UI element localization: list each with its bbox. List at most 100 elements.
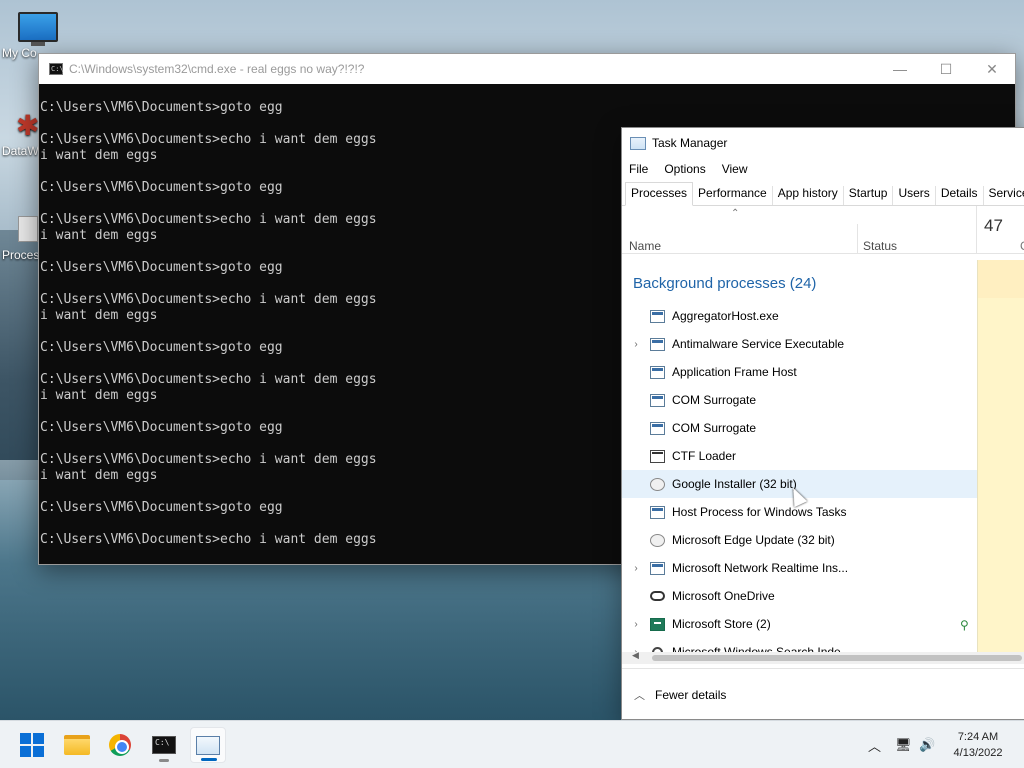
tab-performance[interactable]: Performance [693,186,773,205]
process-name: Microsoft Edge Update (32 bit) [672,533,835,547]
clock-time: 7:24 AM [957,731,999,743]
process-row[interactable]: Application Frame Host [622,358,977,386]
cmd-taskbar-button[interactable]: C:\ [146,727,182,763]
chevron-up-icon: ︿ [634,689,645,702]
process-row[interactable]: COM Surrogate [622,386,977,414]
process-list[interactable]: Background processes (24) AggregatorHost… [622,260,1024,654]
process-name: CTF Loader [672,449,737,463]
horizontal-scrollbar[interactable]: ◀ [622,650,1024,664]
process-name: Host Process for Windows Tasks [672,505,847,519]
close-button[interactable]: ✕ [969,54,1015,84]
running-indicator [159,759,169,762]
task-manager-icon [196,735,220,755]
file-explorer-icon [64,735,90,755]
column-cpu-label: C [1020,239,1024,253]
column-name[interactable]: Name [629,239,661,253]
gear-icon [650,477,665,491]
sort-up-icon: ⌃ [731,208,740,219]
cmd-icon: C:\ [49,63,64,75]
cmd-title-bar[interactable]: C:\ C:\Windows\system32\cmd.exe - real e… [39,54,1015,84]
process-row[interactable]: Microsoft OneDrive [622,582,977,610]
window-icon [650,365,665,379]
process-name: Application Frame Host [672,365,797,379]
process-name: Microsoft Network Realtime Ins... [672,561,849,575]
expand-chevron-icon[interactable]: › [628,339,644,350]
tab-app-history[interactable]: App history [773,186,844,205]
tab-strip: Processes Performance App history Startu… [622,180,1024,206]
process-row[interactable]: › Microsoft Network Realtime Ins... [622,554,977,582]
process-name: Microsoft OneDrive [672,589,775,603]
start-icon [20,733,44,757]
column-divider[interactable] [976,206,977,254]
process-row[interactable]: AggregatorHost.exe [622,302,977,330]
active-indicator [201,758,217,761]
scrollbar-thumb[interactable] [652,655,1022,661]
process-name: Antimalware Service Executable [672,337,845,351]
chevron-up-icon: ︿ [868,738,882,754]
expand-chevron-icon[interactable]: › [628,563,644,574]
fewer-details-button[interactable]: ︿ Fewer details [622,668,1024,720]
chrome-icon [109,734,131,756]
system-clock[interactable]: 7:24 AM 4/13/2022 [938,729,1018,761]
process-row[interactable]: CTF Loader [622,442,977,470]
process-row[interactable]: Microsoft Edge Update (32 bit) [622,526,977,554]
tab-details[interactable]: Details [936,186,984,205]
cmd-window-title: C:\Windows\system32\cmd.exe - real eggs … [69,62,365,76]
window-icon [650,561,665,575]
window-icon [650,309,665,323]
process-name: COM Surrogate [672,421,757,435]
menu-view[interactable]: View [722,162,748,176]
task-manager-window[interactable]: Task Manager File Options View Processes… [621,127,1024,720]
menu-options[interactable]: Options [664,162,705,176]
file-explorer-button[interactable] [59,727,95,763]
cpu-column [977,260,1024,654]
minimize-button[interactable]: — [877,54,923,84]
tab-processes[interactable]: Processes [625,182,694,206]
show-hidden-icons-button[interactable]: ︿ [868,721,881,768]
process-icon [18,216,38,242]
expand-chevron-icon[interactable]: › [628,619,644,630]
task-manager-icon [630,136,646,150]
process-row[interactable]: › Microsoft Store (2) ⚲ [622,610,977,638]
chrome-button[interactable] [102,727,138,763]
process-name: COM Surrogate [672,393,757,407]
window-icon [650,337,665,351]
pen-icon [650,449,665,463]
process-name: Microsoft Store (2) [672,617,771,631]
network-icon[interactable]: 🖥 [895,721,912,768]
menu-bar: File Options View [622,158,1024,180]
volume-icon[interactable]: 🔊 [919,721,935,768]
column-divider[interactable] [857,224,858,254]
gear-icon [650,533,665,547]
tab-users[interactable]: Users [893,186,936,205]
maximize-button[interactable]: ☐ [923,54,969,84]
process-row[interactable]: COM Surrogate [622,414,977,442]
store-icon [650,617,665,631]
taskbar: C:\ ︿ 🖥 🔊 7:24 AM 4/13/2022 [0,720,1024,768]
menu-file[interactable]: File [629,162,648,176]
window-icon [650,421,665,435]
console-line: C:\Users\VM6\Documents>goto egg [40,100,283,115]
scroll-left-icon[interactable]: ◀ [632,650,639,661]
cmd-icon: C:\ [152,736,176,754]
tab-startup[interactable]: Startup [844,186,894,205]
task-manager-title-bar[interactable]: Task Manager [622,128,1024,158]
group-header: Background processes (24) [633,275,817,292]
task-manager-taskbar-button[interactable] [190,727,226,763]
cloud-icon [650,591,665,601]
window-icon [650,393,665,407]
column-status[interactable]: Status [863,239,897,253]
start-button[interactable] [14,727,50,763]
clock-date: 4/13/2022 [953,747,1003,759]
tab-services[interactable]: Services [984,186,1024,205]
this-pc-icon [18,12,58,48]
task-manager-title: Task Manager [652,136,728,150]
suspended-leaf-icon: ⚲ [960,618,969,632]
fewer-details-label: Fewer details [655,687,727,702]
process-name: Google Installer (32 bit) [672,477,797,491]
column-cpu-percent[interactable]: 47 [984,216,1003,236]
process-row[interactable]: › Antimalware Service Executable [622,330,977,358]
window-icon [650,505,665,519]
column-header-row: ⌃ Name Status 47 C [622,206,1024,254]
process-name: AggregatorHost.exe [672,309,779,323]
